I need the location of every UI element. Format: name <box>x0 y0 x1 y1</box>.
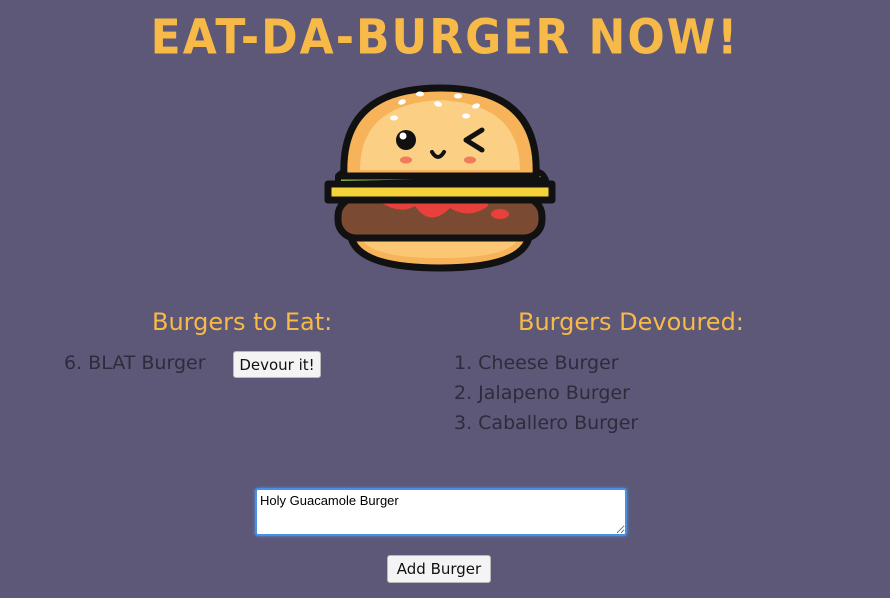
winking-burger-icon <box>324 84 556 272</box>
burgers-devoured-heading: Burgers Devoured: <box>518 308 744 336</box>
page-title: Eat-Da-Burger Now! <box>150 9 740 66</box>
page: Eat-Da-Burger Now! Burgers to Eat: Bur <box>0 0 890 598</box>
devoured-item: 3. Caballero Burger <box>454 412 639 434</box>
to-eat-item: 6. BLAT Burger <box>64 352 206 374</box>
devoured-item: 2. Jalapeno Burger <box>454 382 630 404</box>
add-burger-button[interactable]: Add Burger <box>387 555 491 583</box>
devour-button[interactable]: Devour it! <box>233 351 321 378</box>
burgers-to-eat-heading: Burgers to Eat: <box>152 308 333 336</box>
devoured-item: 1. Cheese Burger <box>454 352 619 374</box>
burger-name-input[interactable]: Holy Guacamole Burger <box>255 488 627 536</box>
